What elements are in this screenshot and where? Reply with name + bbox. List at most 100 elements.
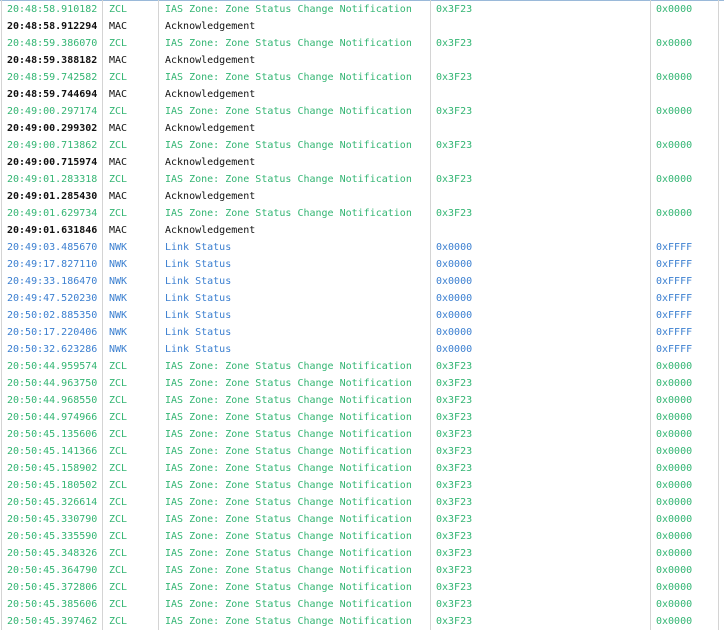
packet-source: 0x0000 <box>436 242 473 253</box>
packet-source: 0x3F23 <box>436 514 473 525</box>
packet-time: 20:49:01.631846 <box>7 225 98 236</box>
table-row[interactable]: 20:49:00.713862 ZCL IAS Zone: Zone Status … <box>0 137 724 154</box>
table-row[interactable]: 20:49:01.631846 MAC Acknowledgement <box>0 222 724 239</box>
table-row[interactable]: 20:50:45.335590 ZCL IAS Zone: Zone Status … <box>0 528 724 545</box>
packet-layer: ZCL <box>109 497 128 508</box>
table-row[interactable]: 20:50:45.330790 ZCL IAS Zone: Zone Status … <box>0 511 724 528</box>
packet-description: IAS Zone: Zone Status Change Notificatio… <box>165 378 412 389</box>
packet-description: IAS Zone: Zone Status Change Notificatio… <box>165 514 412 525</box>
packet-destination: 0xFFFF <box>656 310 693 321</box>
table-row[interactable]: 20:48:58.910182 ZCL IAS Zone: Zone Status … <box>0 1 724 18</box>
table-row[interactable]: 20:48:59.388182 MAC Acknowledgement <box>0 52 724 69</box>
packet-destination: 0xFFFF <box>656 344 693 355</box>
table-row[interactable]: 20:50:44.974966 ZCL IAS Zone: Zone Status … <box>0 409 724 426</box>
packet-source: 0x3F23 <box>436 4 473 15</box>
packet-destination: 0x0000 <box>656 565 693 576</box>
table-row[interactable]: 20:49:00.715974 MAC Acknowledgement <box>0 154 724 171</box>
packet-source: 0x3F23 <box>436 412 473 423</box>
table-row[interactable]: 20:50:32.623286 NWK Link Status 0x0000 0xFFF… <box>0 341 724 358</box>
packet-layer: MAC <box>109 225 128 236</box>
packet-description: IAS Zone: Zone Status Change Notificatio… <box>165 599 412 610</box>
packet-time: 20:50:45.141366 <box>7 446 98 457</box>
table-row[interactable]: 20:50:44.968550 ZCL IAS Zone: Zone Status … <box>0 392 724 409</box>
table-row[interactable]: 20:50:45.397462 ZCL IAS Zone: Zone Status … <box>0 613 724 630</box>
packet-layer: ZCL <box>109 446 128 457</box>
packet-description: Link Status <box>165 259 232 270</box>
packet-description: IAS Zone: Zone Status Change Notificatio… <box>165 497 412 508</box>
packet-source: 0x3F23 <box>436 174 473 185</box>
table-row[interactable]: 20:48:59.386070 ZCL IAS Zone: Zone Status … <box>0 35 724 52</box>
table-row[interactable]: 20:50:45.158902 ZCL IAS Zone: Zone Status … <box>0 460 724 477</box>
packet-destination: 0x0000 <box>656 106 693 117</box>
table-row[interactable]: 20:50:17.220406 NWK Link Status 0x0000 0xFFF… <box>0 324 724 341</box>
packet-destination: 0xFFFF <box>656 327 693 338</box>
packet-destination: 0x0000 <box>656 361 693 372</box>
table-row[interactable]: 20:50:45.326614 ZCL IAS Zone: Zone Status … <box>0 494 724 511</box>
packet-layer: NWK <box>109 327 128 338</box>
packet-description: IAS Zone: Zone Status Change Notificatio… <box>165 548 412 559</box>
packet-destination: 0xFFFF <box>656 242 693 253</box>
packet-description: Acknowledgement <box>165 89 256 100</box>
table-row[interactable]: 20:49:01.285430 MAC Acknowledgement <box>0 188 724 205</box>
table-row[interactable]: 20:49:17.827110 NWK Link Status 0x0000 0xFFF… <box>0 256 724 273</box>
table-row[interactable]: 20:50:45.348326 ZCL IAS Zone: Zone Status … <box>0 545 724 562</box>
packet-source: 0x3F23 <box>436 72 473 83</box>
packet-source: 0x3F23 <box>436 395 473 406</box>
packet-layer: MAC <box>109 123 128 134</box>
packet-layer: NWK <box>109 293 128 304</box>
packet-source: 0x3F23 <box>436 38 473 49</box>
table-row[interactable]: 20:49:00.297174 ZCL IAS Zone: Zone Status … <box>0 103 724 120</box>
packet-description: Acknowledgement <box>165 225 256 236</box>
packet-source: 0x3F23 <box>436 361 473 372</box>
packet-layer: ZCL <box>109 361 128 372</box>
packet-time: 20:50:45.364790 <box>7 565 98 576</box>
packet-time: 20:50:17.220406 <box>7 327 98 338</box>
table-row[interactable]: 20:48:59.742582 ZCL IAS Zone: Zone Status … <box>0 69 724 86</box>
table-row[interactable]: 20:49:00.299302 MAC Acknowledgement <box>0 120 724 137</box>
packet-time: 20:49:33.186470 <box>7 276 98 287</box>
packet-description: IAS Zone: Zone Status Change Notificatio… <box>165 174 412 185</box>
table-row[interactable]: 20:49:03.485670 NWK Link Status 0x0000 0xFFF… <box>0 239 724 256</box>
table-row[interactable]: 20:50:45.385606 ZCL IAS Zone: Zone Status … <box>0 596 724 613</box>
packet-source: 0x3F23 <box>436 106 473 117</box>
packet-source: 0x0000 <box>436 327 473 338</box>
table-row[interactable]: 20:49:33.186470 NWK Link Status 0x0000 0xFFF… <box>0 273 724 290</box>
packet-time: 20:48:58.912294 <box>7 21 98 32</box>
table-row[interactable]: 20:50:44.963750 ZCL IAS Zone: Zone Status … <box>0 375 724 392</box>
table-row[interactable]: 20:50:45.180502 ZCL IAS Zone: Zone Status … <box>0 477 724 494</box>
packet-destination: 0xFFFF <box>656 259 693 270</box>
packet-destination: 0x0000 <box>656 514 693 525</box>
packet-description: IAS Zone: Zone Status Change Notificatio… <box>165 565 412 576</box>
table-row[interactable]: 20:48:58.912294 MAC Acknowledgement <box>0 18 724 35</box>
packet-destination: 0x0000 <box>656 548 693 559</box>
table-row[interactable]: 20:50:45.372806 ZCL IAS Zone: Zone Status … <box>0 579 724 596</box>
packet-description: Acknowledgement <box>165 157 256 168</box>
table-row[interactable]: 20:49:47.520230 NWK Link Status 0x0000 0xFFF… <box>0 290 724 307</box>
packet-layer: ZCL <box>109 412 128 423</box>
table-row[interactable]: 20:50:45.141366 ZCL IAS Zone: Zone Status … <box>0 443 724 460</box>
packet-time: 20:50:45.372806 <box>7 582 98 593</box>
packet-destination: 0x0000 <box>656 208 693 219</box>
packet-description: Acknowledgement <box>165 191 256 202</box>
table-row[interactable]: 20:48:59.744694 MAC Acknowledgement <box>0 86 724 103</box>
packet-time: 20:50:45.158902 <box>7 463 98 474</box>
packet-time: 20:50:45.385606 <box>7 599 98 610</box>
packet-time: 20:49:00.299302 <box>7 123 98 134</box>
packet-destination: 0x0000 <box>656 378 693 389</box>
table-row[interactable]: 20:50:44.959574 ZCL IAS Zone: Zone Status … <box>0 358 724 375</box>
packet-layer: ZCL <box>109 395 128 406</box>
table-row[interactable]: 20:50:45.364790 ZCL IAS Zone: Zone Status … <box>0 562 724 579</box>
packet-description: Link Status <box>165 310 232 321</box>
table-row[interactable]: 20:50:02.885350 NWK Link Status 0x0000 0xFFF… <box>0 307 724 324</box>
packet-source: 0x3F23 <box>436 446 473 457</box>
table-row[interactable]: 20:49:01.283318 ZCL IAS Zone: Zone Status … <box>0 171 724 188</box>
packet-description: Link Status <box>165 344 232 355</box>
packet-destination: 0x0000 <box>656 463 693 474</box>
table-row[interactable]: 20:50:45.135606 ZCL IAS Zone: Zone Status … <box>0 426 724 443</box>
packet-list: 20:48:58.910182 ZCL IAS Zone: Zone Status … <box>0 1 724 630</box>
packet-source: 0x0000 <box>436 276 473 287</box>
packet-description: IAS Zone: Zone Status Change Notificatio… <box>165 446 412 457</box>
packet-description: Acknowledgement <box>165 55 256 66</box>
packet-layer: ZCL <box>109 4 128 15</box>
table-row[interactable]: 20:49:01.629734 ZCL IAS Zone: Zone Status … <box>0 205 724 222</box>
